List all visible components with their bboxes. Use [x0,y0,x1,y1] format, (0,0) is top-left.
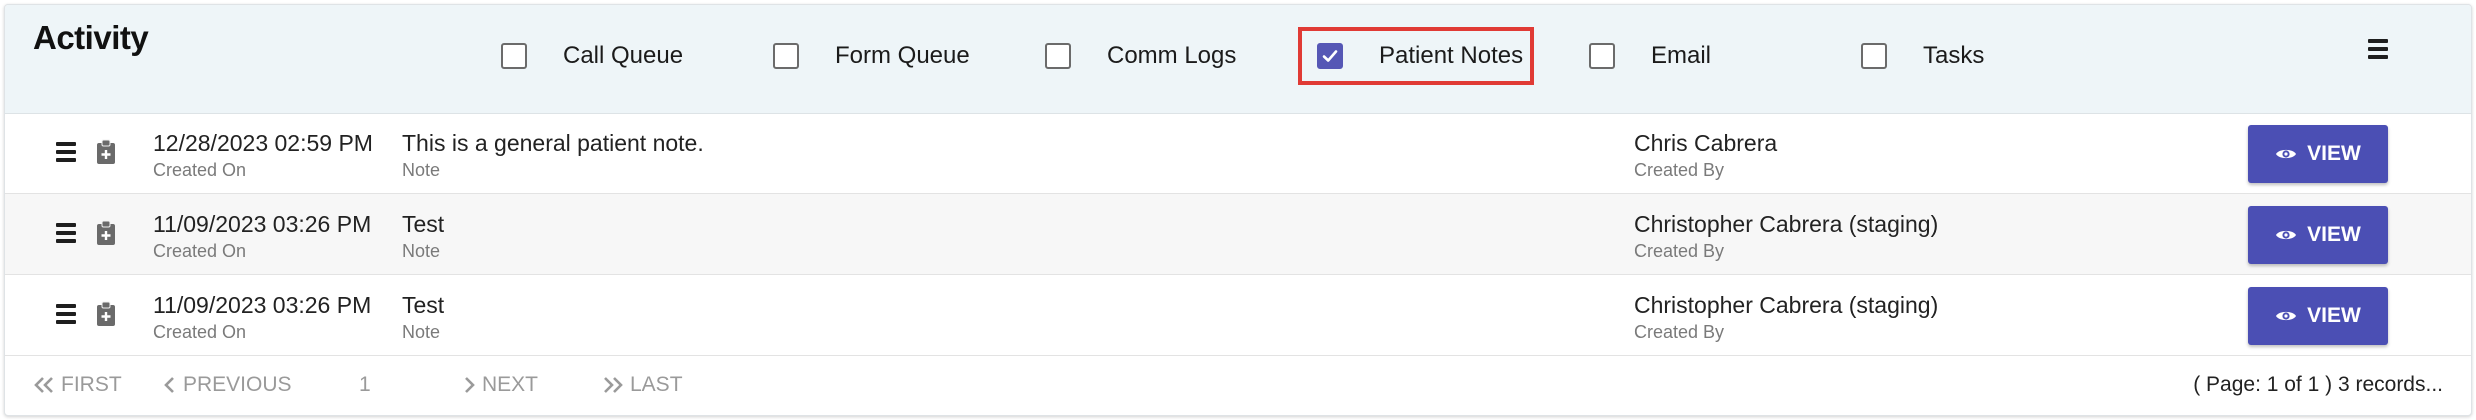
filter-label: Tasks [1923,42,1985,69]
previous-page-button[interactable]: PREVIOUS [163,373,295,397]
view-button-label: VIEW [2307,304,2361,327]
filter-label: Form Queue [835,42,970,69]
hamburger-menu-icon[interactable] [56,142,78,166]
created-on-value: 12/28/2023 02:59 PM [153,130,373,156]
tasks-checkbox[interactable] [1861,43,1887,69]
view-button[interactable]: VIEW [2248,125,2388,183]
created-by-label: Created By [1634,241,1725,261]
filter-label: Patient Notes [1379,42,1524,69]
clipboard-icon [97,301,115,326]
view-button[interactable]: VIEW [2248,206,2388,264]
created-on-label: Created On [153,160,247,180]
patient-notes-checkbox[interactable] [1317,43,1343,69]
hamburger-menu-icon[interactable] [56,304,78,328]
eye-icon [2276,149,2297,159]
table-row: 11/09/2023 03:26 PM Created On Test Note… [5,194,2471,275]
clipboard-icon [97,139,115,164]
hamburger-menu-icon[interactable] [56,223,78,247]
form-queue-checkbox[interactable] [773,43,799,69]
first-page-label: FIRST [61,373,122,396]
filter-comm-logs[interactable]: Comm Logs [1045,39,1236,73]
filter-label: Email [1651,42,1712,69]
created-by-label: Created By [1634,160,1725,180]
double-chevron-left-icon [34,377,53,393]
note-label: Note [402,322,441,342]
view-button-label: VIEW [2307,223,2361,246]
created-by-value: Chris Cabrera [1634,130,1778,156]
filter-form-queue[interactable]: Form Queue [773,39,970,73]
created-by-value: Christopher Cabrera (staging) [1634,211,1939,237]
pagination: FIRST PREVIOUS 1 NEXT LAST ( Page: 1 of … [5,363,2471,407]
filter-label: Call Queue [563,42,684,69]
filter-tasks[interactable]: Tasks [1861,39,1984,73]
checkmark-icon [1322,50,1338,62]
created-by-label: Created By [1634,322,1725,342]
created-on-label: Created On [153,241,247,261]
clipboard-icon [97,220,115,245]
created-on-label: Created On [153,322,247,342]
table-row: 11/09/2023 03:26 PM Created On Test Note… [5,275,2471,356]
current-page-number[interactable]: 1 [359,373,371,397]
created-by-value: Christopher Cabrera (staging) [1634,292,1939,318]
chevron-right-icon [465,377,475,393]
next-page-button[interactable]: NEXT [462,373,538,397]
first-page-button[interactable]: FIRST [33,373,122,397]
hamburger-menu-icon[interactable] [2363,39,2393,65]
filter-email[interactable]: Email [1589,39,1711,73]
activity-panel: Activity Call Queue Form Queue Comm Logs… [4,4,2472,416]
note-value: Test [402,292,445,318]
comm-logs-checkbox[interactable] [1045,43,1071,69]
previous-page-label: PREVIOUS [183,373,292,396]
next-page-label: NEXT [482,373,539,396]
chevron-left-icon [164,377,174,393]
view-button[interactable]: VIEW [2248,287,2388,345]
filter-label: Comm Logs [1107,42,1237,69]
filter-call-queue[interactable]: Call Queue [501,39,683,73]
email-checkbox[interactable] [1589,43,1615,69]
last-page-label: LAST [630,373,683,396]
note-value: Test [402,211,445,237]
activity-header: Activity Call Queue Form Queue Comm Logs… [5,5,2471,114]
double-chevron-right-icon [604,377,623,393]
note-value: This is a general patient note. [402,130,704,156]
records-summary: ( Page: 1 of 1 ) 3 records... [2193,373,2443,396]
note-label: Note [402,160,441,180]
eye-icon [2276,230,2297,240]
note-label: Note [402,241,441,261]
table-row: 12/28/2023 02:59 PM Created On This is a… [5,113,2471,194]
page-title: Activity [33,19,149,56]
eye-icon [2276,311,2297,321]
last-page-button[interactable]: LAST [602,373,683,397]
created-on-value: 11/09/2023 03:26 PM [153,292,372,318]
filter-patient-notes[interactable]: Patient Notes [1317,39,1523,73]
view-button-label: VIEW [2307,142,2361,165]
call-queue-checkbox[interactable] [501,43,527,69]
created-on-value: 11/09/2023 03:26 PM [153,211,372,237]
